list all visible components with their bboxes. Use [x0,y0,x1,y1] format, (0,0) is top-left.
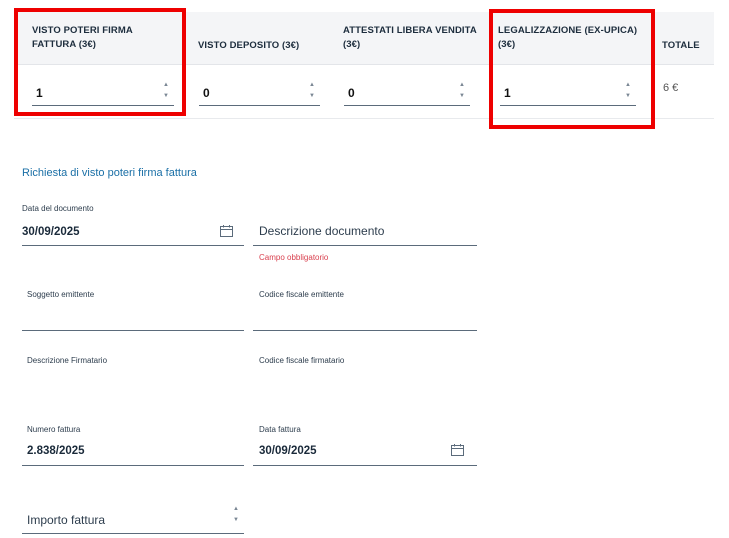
importo-fattura-field[interactable] [22,533,244,534]
section-title: Richiesta di visto poteri firma fattura [22,167,197,179]
column-header-attestati-libera-vendita: ATTESTATI LIBERA VENDITA (3€) [343,25,477,50]
stepper-up-icon[interactable]: ▲ [458,82,466,88]
descrizione-documento-input[interactable]: Descrizione documento [259,224,384,238]
stepper-up-icon[interactable]: ▲ [232,506,240,512]
visto-deposito-quantity-stepper[interactable]: 0 ▲ ▼ [199,78,320,106]
descrizione-firmatario-label: Descrizione Firmatario [27,356,108,365]
descrizione-documento-field[interactable] [253,245,477,246]
stepper-arrows: ▲ ▼ [232,504,240,524]
stepper-down-icon[interactable]: ▼ [458,93,466,99]
numero-fattura-field[interactable] [22,465,244,466]
codice-fiscale-firmatario-label: Codice fiscale firmatario [259,356,345,365]
soggetto-emittente-field[interactable] [22,330,244,331]
calendar-icon[interactable] [220,225,233,237]
stepper-down-icon[interactable]: ▼ [308,93,316,99]
numero-fattura-label: Numero fattura [27,425,81,434]
highlight-box-legalizzazione [489,9,655,129]
calendar-icon[interactable] [451,444,464,456]
stepper-arrows: ▲ ▼ [308,80,316,100]
data-documento-field[interactable] [22,245,244,246]
highlight-box-visto-poteri-firma [14,8,186,116]
stepper-down-icon[interactable]: ▼ [232,517,240,523]
codice-fiscale-emittente-label: Codice fiscale emittente [259,290,344,299]
importo-fattura-stepper[interactable]: ▲ ▼ [200,502,244,530]
data-documento-value[interactable]: 30/09/2025 [22,226,80,238]
soggetto-emittente-label: Soggetto emittente [27,290,95,299]
importo-fattura-input[interactable]: Importo fattura [27,513,105,527]
stepper-arrows: ▲ ▼ [458,80,466,100]
data-documento-label: Data del documento [22,204,94,213]
descrizione-documento-error: Campo obbligatorio [259,253,329,262]
numero-fattura-value[interactable]: 2.838/2025 [27,445,85,457]
attestati-libera-vendita-quantity-stepper[interactable]: 0 ▲ ▼ [344,78,470,106]
data-fattura-label: Data fattura [259,425,301,434]
stepper-up-icon[interactable]: ▲ [308,82,316,88]
column-header-visto-deposito: VISTO DEPOSITO (3€) [198,40,300,51]
stepper-value: 0 [203,86,210,100]
data-fattura-value[interactable]: 30/09/2025 [259,445,317,457]
codice-fiscale-emittente-field[interactable] [253,330,477,331]
total-value: 6 € [663,82,679,94]
stepper-value: 0 [348,86,355,100]
column-header-totale: TOTALE [662,40,700,51]
data-fattura-field[interactable] [253,465,477,466]
